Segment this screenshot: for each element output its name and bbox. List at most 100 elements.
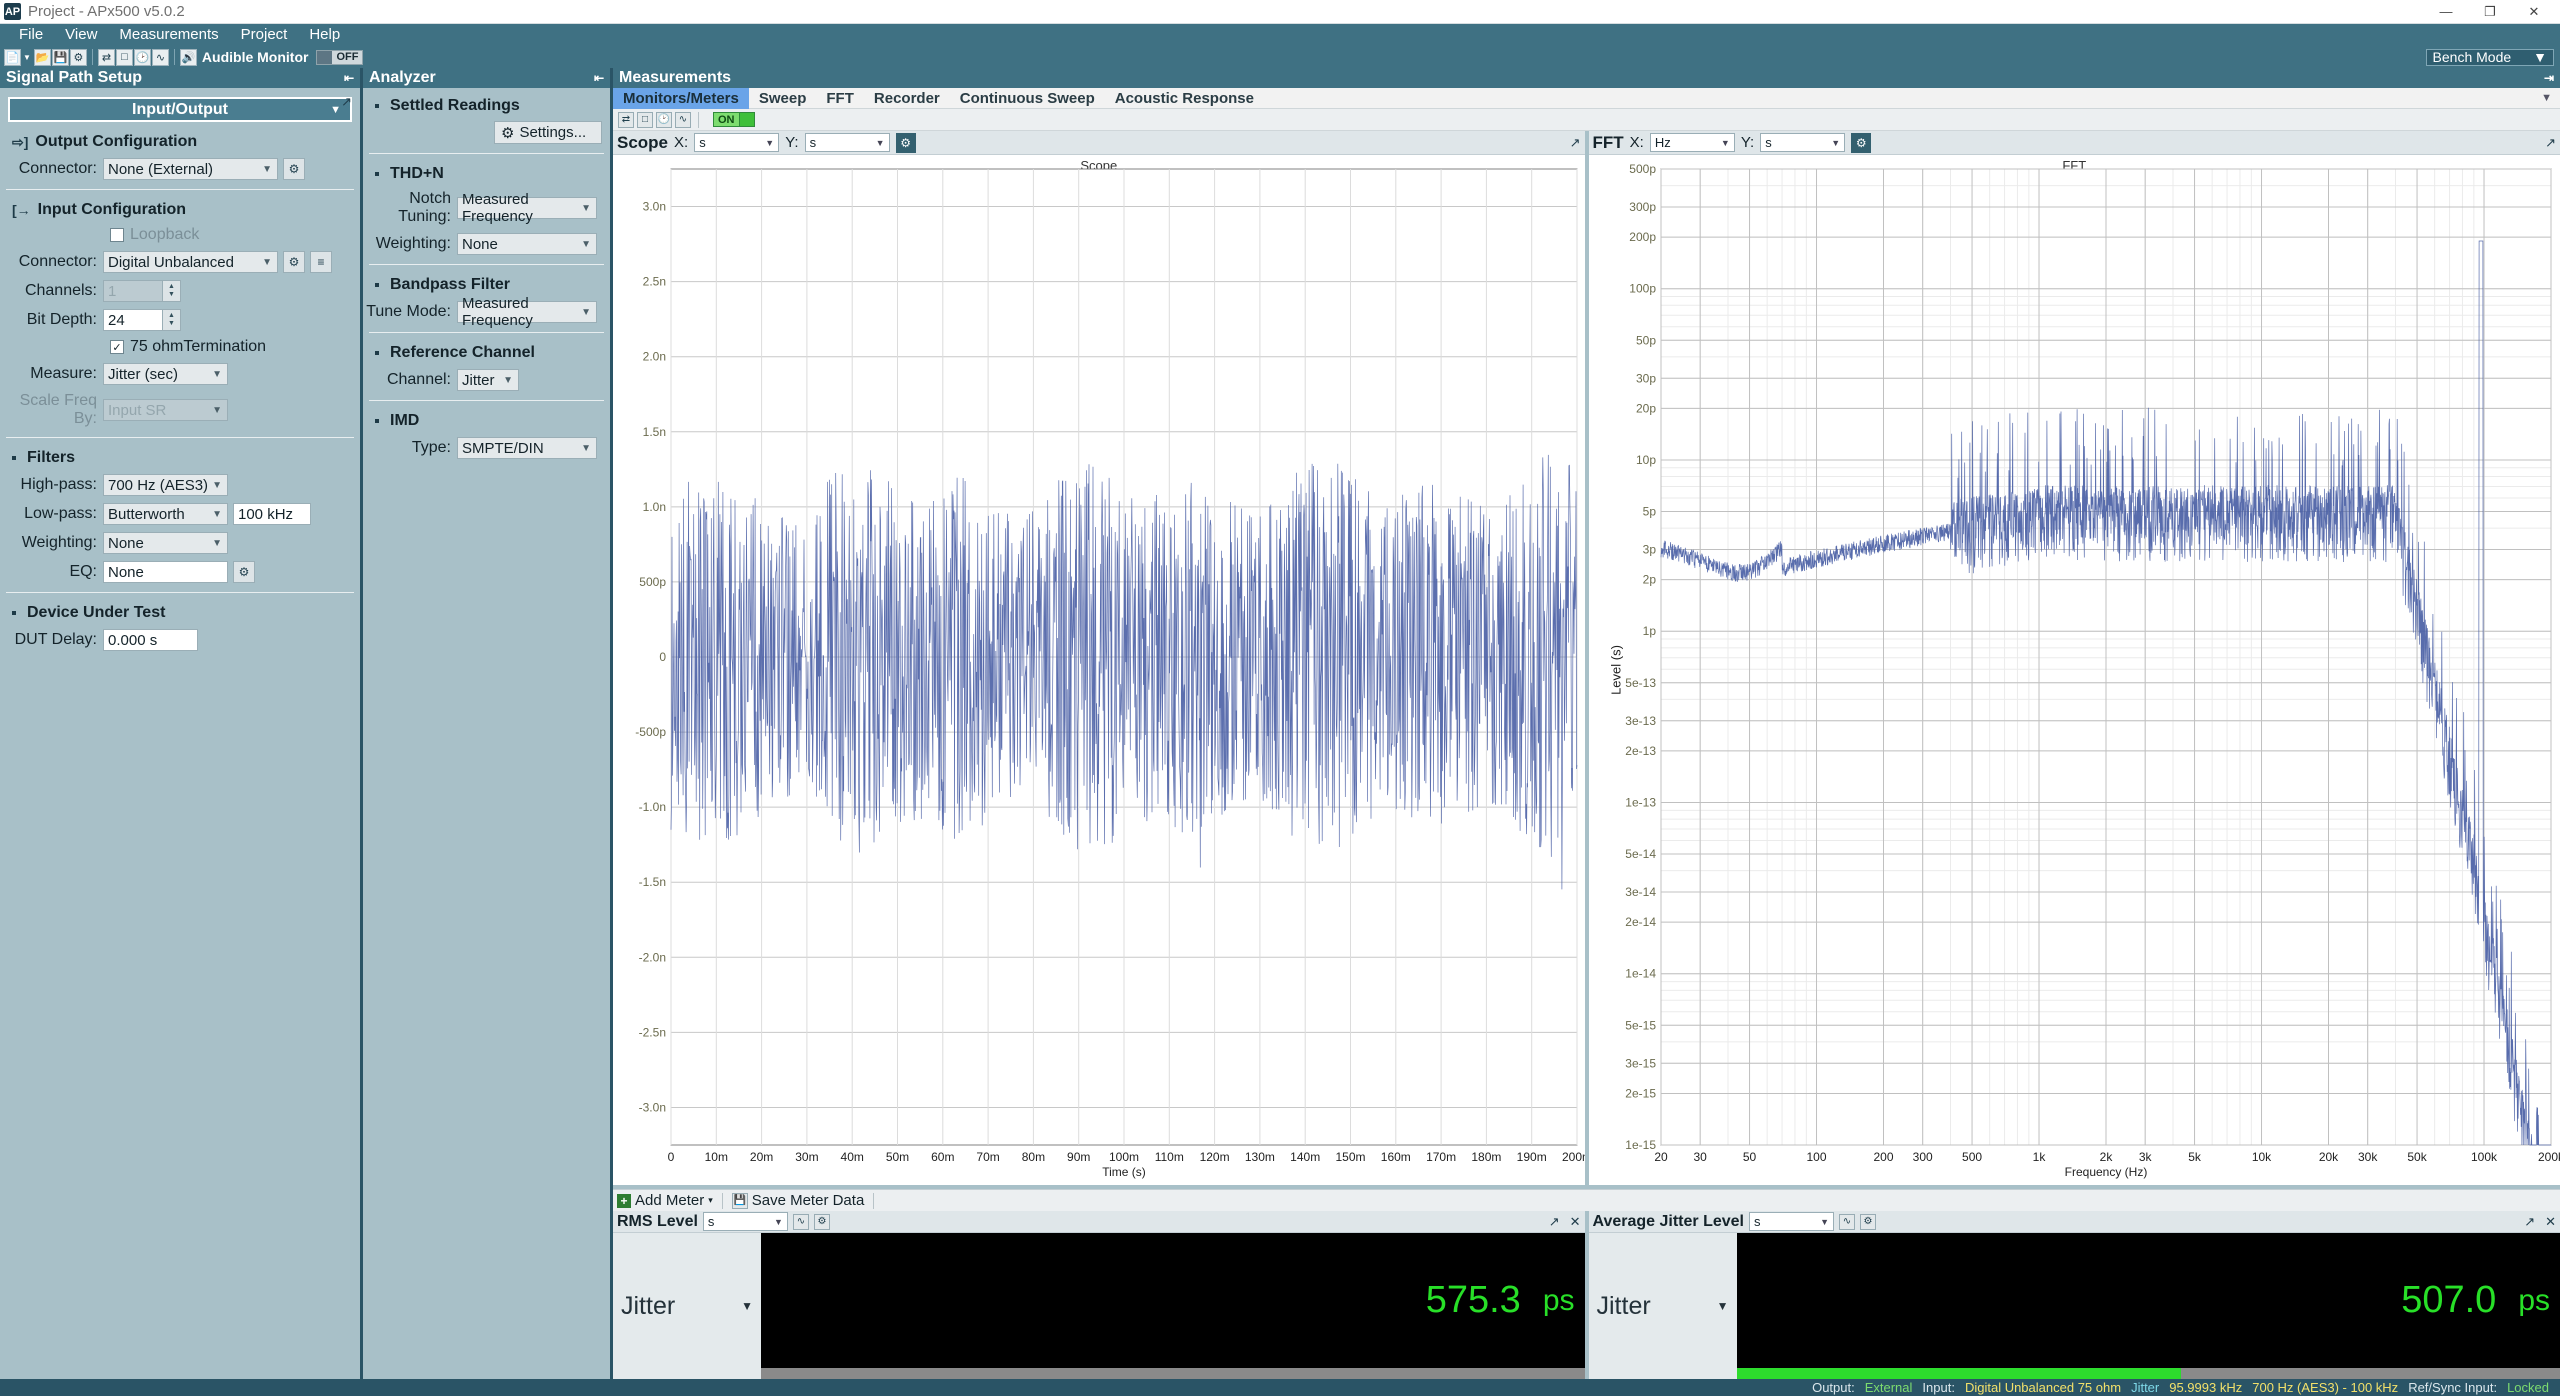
fft-plot[interactable]: FFT Level (s) 500p 300p 200p 100p 50p 30p 20p 1… [1588,155,2560,1185]
input-connector-report-button[interactable]: ≡ [310,251,332,273]
scope-settings-button[interactable]: ⚙ [895,132,916,153]
fft-y-unit-select[interactable]: s ▼ [1760,133,1846,152]
eq-select[interactable]: None [103,561,228,583]
svg-text:20: 20 [1654,1150,1668,1164]
new-doc-dropdown-icon[interactable]: ▼ [23,53,31,62]
highpass-select[interactable]: 700 Hz (AES3) ▼ [103,474,228,496]
menu-item-view[interactable]: View [54,24,108,46]
rms-meter-popout-icon[interactable]: ↗ [1549,1214,1560,1230]
menu-item-help[interactable]: Help [298,24,351,46]
settled-readings-settings-button[interactable]: ⚙ Settings... [494,121,602,144]
loopback-checkbox[interactable] [110,228,124,242]
menu-item-measurements[interactable]: Measurements [108,24,229,46]
scope-y-unit-select[interactable]: s ▼ [804,133,890,152]
notch-tuning-select[interactable]: Measured Frequency ▼ [457,191,597,225]
run-toggle[interactable]: ON [713,112,755,127]
scope-popout-icon[interactable]: ↗ [1570,135,1581,151]
jitter-meter-close-icon[interactable]: ✕ [2545,1214,2556,1230]
rms-meter-source-select[interactable]: Jitter ▼ [613,1233,761,1379]
open-icon[interactable]: 📂 [33,48,51,66]
bit-depth-stepper[interactable]: ▲ ▼ [163,309,181,331]
reference-channel-row: Channel: Jitter ▼ [363,369,610,391]
status-output-value: External [1864,1380,1913,1395]
input-output-selector[interactable]: Input/Output ▼ [8,97,352,122]
generator-icon[interactable]: □ [115,48,133,66]
fft-settings-button[interactable]: ⚙ [1851,132,1872,153]
jitter-meter-header: Average Jitter Level s ▼ ∿ ⚙ ↗ ✕ [1588,1211,2560,1233]
jitter-meter-source-select[interactable]: Jitter ▼ [1589,1233,1737,1379]
jitter-meter-graph-icon[interactable]: ∿ [1838,1213,1855,1230]
clock-icon[interactable]: 🕑 [656,111,672,128]
lowpass-select[interactable]: Butterworth ▼ [103,503,228,525]
bench-mode-selector[interactable]: Bench Mode ▼ [2425,48,2554,66]
jitter-meter-settings-icon[interactable]: ⚙ [1859,1213,1876,1230]
collapse-panel-icon[interactable]: ⇤ [594,71,604,85]
rms-meter-settings-icon[interactable]: ⚙ [813,1213,830,1230]
add-meter-button[interactable]: + Add Meter ▾ [617,1192,713,1209]
open-external-icon[interactable]: ↗ [341,94,352,110]
collapse-panel-icon[interactable]: ⇤ [344,71,354,85]
dut-delay-input[interactable]: 0.000 s [103,629,198,651]
svg-text:180m: 180m [1471,1150,1501,1164]
maximize-button[interactable]: ❐ [2468,0,2512,24]
speaker-icon[interactable]: 🔊 [179,48,197,66]
rms-meter-graph-icon[interactable]: ∿ [792,1213,809,1230]
input-connector-settings-button[interactable]: ⚙ [283,251,305,273]
meter-toolbar-divider-2 [873,1192,875,1209]
bit-depth-input[interactable]: 24 [103,309,163,331]
generator-icon[interactable]: □ [637,111,653,128]
jitter-meter-unit-select[interactable]: s ▼ [1748,1212,1834,1231]
collapse-panel-icon[interactable]: ⇥ [2544,71,2554,85]
menu-item-project[interactable]: Project [230,24,299,46]
monitor-waveform-icon[interactable]: ∿ [151,48,169,66]
tabs-overflow-icon[interactable]: ▼ [2541,92,2560,104]
scope-x-unit-select[interactable]: s ▼ [694,133,780,152]
scale-freq-select[interactable]: Input SR ▼ [103,399,228,421]
svg-text:500p: 500p [639,575,666,589]
eq-settings-button[interactable]: ⚙ [233,561,255,583]
tab-continuous-sweep[interactable]: Continuous Sweep [950,88,1105,109]
tab-monitors-meters[interactable]: Monitors/Meters [613,87,749,109]
tune-mode-select[interactable]: Measured Frequency ▼ [457,295,597,329]
monitor-waveform-icon[interactable]: ∿ [675,111,691,128]
tab-sweep[interactable]: Sweep [749,88,817,109]
bandpass-filter-section: Bandpass Filter Tune Mode: Measured Freq… [363,276,610,329]
thdn-weighting-select[interactable]: None ▼ [457,233,597,255]
svg-text:100m: 100m [1109,1150,1139,1164]
output-connector-settings-button[interactable]: ⚙ [283,158,305,180]
signal-path-icon[interactable]: ⇄ [97,48,115,66]
lowpass-frequency-input[interactable]: 100 kHz [233,503,311,525]
signal-path-icon[interactable]: ⇄ [618,111,634,128]
settings-gear-icon[interactable]: ⚙ [69,48,87,66]
imd-type-select[interactable]: SMPTE/DIN ▼ [457,437,597,459]
tab-acoustic-response[interactable]: Acoustic Response [1105,88,1264,109]
measure-select[interactable]: Jitter (sec) ▼ [103,363,228,385]
menu-item-file[interactable]: File [8,24,54,46]
save-meter-data-button[interactable]: 💾 Save Meter Data [731,1192,864,1209]
new-doc-icon[interactable]: 📄 [4,48,21,66]
fft-popout-icon[interactable]: ↗ [2545,135,2556,151]
tune-mode-row: Tune Mode: Measured Frequency ▼ [363,295,610,329]
rms-meter-unit-select[interactable]: s ▼ [702,1212,788,1231]
fft-x-unit-select[interactable]: Hz ▼ [1649,133,1735,152]
input-config-title: Input Configuration [37,201,187,218]
rms-meter-close-icon[interactable]: ✕ [1570,1214,1581,1230]
channels-input[interactable]: 1 [103,280,163,302]
tab-recorder[interactable]: Recorder [864,88,950,109]
channels-stepper[interactable]: ▲ ▼ [163,280,181,302]
input-connector-select[interactable]: Digital Unbalanced ▼ [103,251,278,273]
termination-checkbox[interactable]: ✓ [110,340,124,354]
status-measurement-value: Jitter [2131,1380,2160,1395]
save-icon[interactable]: 💾 [51,48,69,66]
reference-channel-select[interactable]: Jitter ▼ [457,369,519,391]
clock-icon[interactable]: 🕑 [133,48,151,66]
close-button[interactable]: ✕ [2512,0,2556,24]
jitter-meter-popout-icon[interactable]: ↗ [2524,1214,2535,1230]
minimize-button[interactable]: — [2424,0,2468,24]
scope-plot[interactable]: Scope Instantaneous Level (s) 3.0n2.5n2.… [613,155,1585,1185]
output-connector-select[interactable]: None (External) ▼ [103,158,278,180]
weighting-select[interactable]: None ▼ [103,532,228,554]
audible-monitor-toggle[interactable]: OFF [316,49,364,65]
tab-fft[interactable]: FFT [816,88,864,109]
reference-channel-value: Jitter [462,371,495,389]
